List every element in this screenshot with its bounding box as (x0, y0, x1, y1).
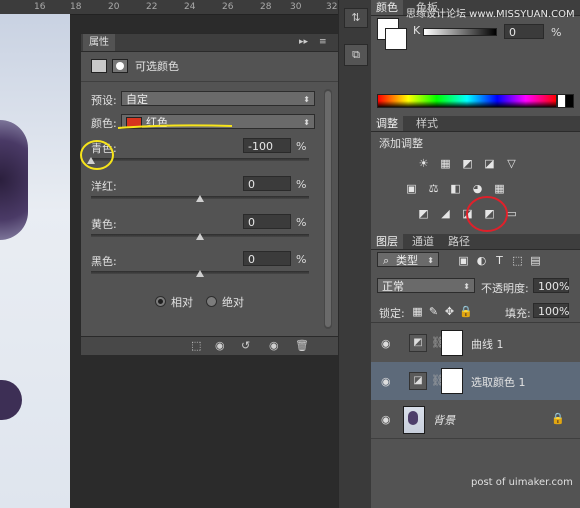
yellow-underline (117, 124, 233, 129)
red-circle (466, 196, 508, 232)
yellow-circle (80, 140, 114, 170)
annotation-overlay (80, 124, 508, 232)
